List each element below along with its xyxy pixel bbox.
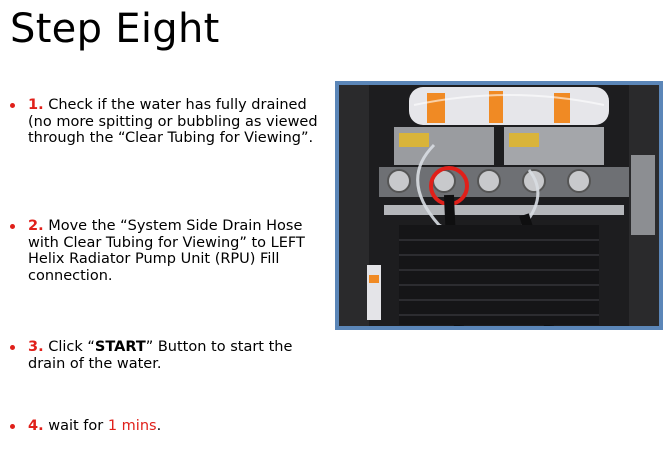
- list-item: 4. wait for 1 mins.: [10, 418, 330, 435]
- step-text: wait for: [48, 418, 108, 434]
- list-item: 3. Click “START” Button to start the dra…: [10, 339, 330, 372]
- wait-duration: 1 mins: [107, 418, 157, 434]
- step-text: Move the “System Side Drain Hose with Cl…: [28, 218, 305, 284]
- bullet-icon: [10, 103, 15, 108]
- step-text: .: [156, 418, 162, 434]
- bullet-icon: [10, 424, 15, 429]
- bullet-icon: [10, 224, 15, 229]
- bullet-icon: [10, 345, 15, 350]
- equipment-photo: [335, 81, 663, 330]
- page-title: Step Eight: [10, 6, 220, 52]
- step-number: 4.: [28, 418, 44, 434]
- list-item: 2. Move the “System Side Drain Hose with…: [10, 218, 330, 284]
- step-number: 3.: [28, 339, 44, 355]
- list-item: 1. Check if the water has fully drained …: [10, 97, 330, 147]
- step-text: Check if the water has fully drained (no…: [28, 97, 318, 146]
- step-number: 2.: [28, 218, 44, 234]
- start-keyword: START: [94, 339, 146, 355]
- step-number: 1.: [28, 97, 44, 113]
- step-text: Click “: [48, 339, 95, 355]
- equipment-photo-icon: [339, 85, 659, 326]
